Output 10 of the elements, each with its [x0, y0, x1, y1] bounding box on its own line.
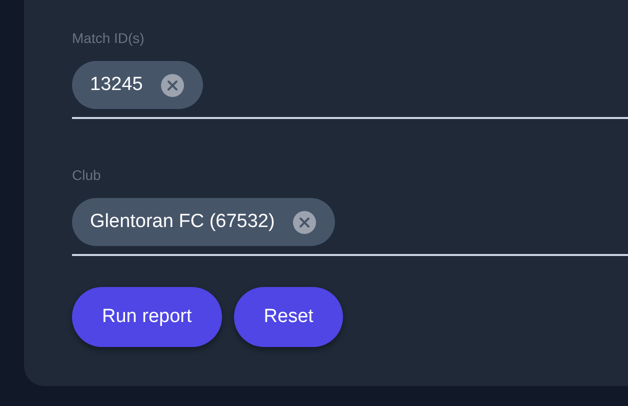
action-button[interactable]: Reset — [234, 287, 344, 347]
field-label: Match ID(s) — [72, 29, 146, 48]
chip-label: Glentoran FC (67532) — [90, 211, 275, 233]
field-label: Club — [72, 166, 102, 185]
remove-icon[interactable] — [160, 74, 184, 96]
chip-label: 13245 — [90, 74, 143, 96]
remove-icon[interactable] — [292, 210, 316, 234]
action-button[interactable]: Run report — [72, 287, 222, 347]
chip-input-field[interactable]: Glentoran FC (67532) — [72, 198, 628, 256]
chip-input-field[interactable]: 13245 — [72, 61, 628, 119]
